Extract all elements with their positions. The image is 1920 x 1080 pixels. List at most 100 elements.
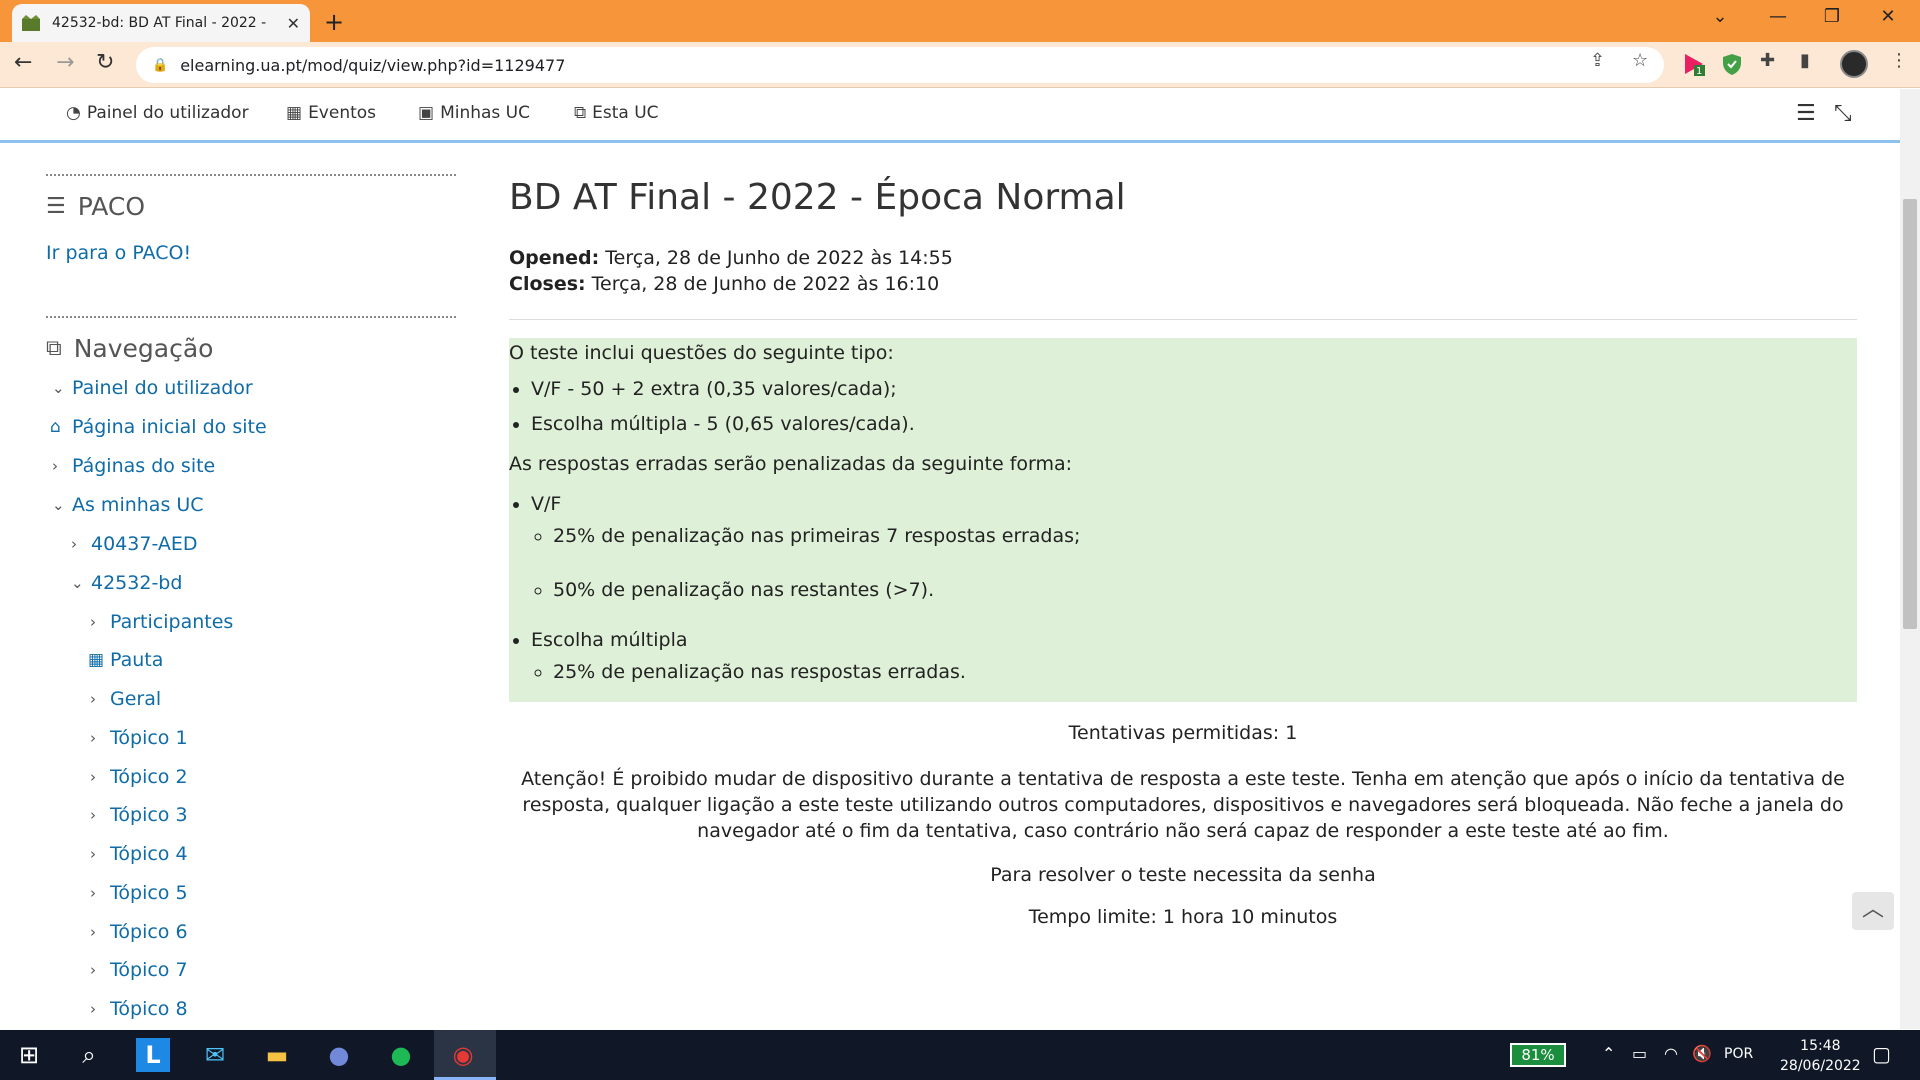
extensions-puzzle-icon[interactable]: ✚ [1760, 50, 1775, 71]
nav-tree-item[interactable]: ▦ Pauta [88, 649, 163, 671]
file-explorer-icon[interactable]: ▬ [260, 1038, 294, 1072]
nav-my-courses[interactable]: ▣ Minhas UC [418, 103, 530, 123]
minimize-icon[interactable]: — [1748, 6, 1808, 27]
back-icon[interactable]: ← [14, 50, 32, 75]
nav-tree-item[interactable]: ⌄ As minhas UC [52, 494, 204, 516]
nav-dashboard-label: Painel do utilizador [86, 103, 249, 123]
nav-tree-label: Página inicial do site [72, 416, 267, 438]
nav-tree-item[interactable]: › 40437-AED [71, 533, 198, 555]
paco-block-title: PACO [77, 191, 146, 221]
nav-tree-item[interactable]: › Tópico 8 [90, 998, 188, 1020]
opened-value: Terça, 28 de Junho de 2022 às 14:55 [605, 247, 953, 270]
penalty-list: V/F 25% de penalização nas primeiras 7 r… [509, 491, 1857, 685]
nav-tree-label: 40437-AED [91, 533, 198, 555]
compress-icon[interactable]: ⤡ [1834, 101, 1852, 126]
bookmark-star-icon[interactable]: ☆ [1632, 50, 1648, 71]
nav-tree-item[interactable]: › Tópico 5 [90, 882, 188, 904]
mail-icon[interactable]: ✉ [198, 1038, 232, 1072]
list-item: V/F - 50 + 2 extra (0,35 valores/cada); [531, 376, 1857, 402]
nav-tree-label: Geral [110, 688, 162, 710]
nav-events[interactable]: ▦ Eventos [286, 103, 376, 123]
home-icon: ⌂ [50, 417, 61, 437]
taskbar-clock[interactable]: 15:48 28/06/2022 [1780, 1036, 1861, 1076]
chevron-right-icon: › [90, 768, 96, 786]
vf-label: V/F [531, 493, 562, 516]
navigation-block-title: Navegação [73, 333, 214, 363]
language-indicator[interactable]: POR [1724, 1046, 1753, 1062]
nav-tree-item[interactable]: › Participantes [90, 611, 233, 633]
tab-search-icon[interactable]: ⌄ [1690, 6, 1750, 27]
nav-tree-item[interactable]: ⌄ Painel do utilizador [52, 377, 253, 399]
shield-extension-icon[interactable] [1720, 52, 1744, 76]
new-tab-icon[interactable]: + [324, 8, 344, 36]
chrome-icon[interactable]: ◉ [446, 1038, 480, 1072]
address-bar[interactable]: 🔒 elearning.ua.pt/mod/quiz/view.php?id=1… [136, 47, 1664, 83]
reload-icon[interactable]: ↻ [96, 50, 114, 75]
nav-tree-label: As minhas UC [72, 494, 204, 516]
nav-tree-item[interactable]: › Tópico 4 [90, 843, 188, 865]
nav-tree-item[interactable]: ⌄ 42532-bd [71, 572, 182, 594]
battery-indicator[interactable]: 81% [1510, 1043, 1566, 1067]
windows-taskbar: ⊞ ⌕ L ✉ ▬ ● ● ◉ 81% ⌃ ▭ ◠ 🔇 POR 15:48 28… [0, 1030, 1920, 1080]
quiz-dates: Opened: Terça, 28 de Junho de 2022 às 14… [509, 245, 1857, 297]
chevron-right-icon: › [90, 690, 96, 708]
paco-link[interactable]: Ir para o PACO! [46, 242, 456, 264]
chevron-right-icon: › [71, 535, 77, 553]
nav-tree-item[interactable]: ⌂ Página inicial do site [50, 416, 267, 438]
nav-tree-item[interactable]: › Páginas do site [52, 455, 215, 477]
forward-icon[interactable]: → [56, 50, 74, 75]
chevron-down-icon: ⌄ [52, 496, 65, 514]
restore-icon[interactable]: ❐ [1802, 6, 1862, 27]
lock-icon[interactable]: 🔒 [152, 58, 168, 73]
nav-tree-label: Tópico 6 [110, 921, 188, 943]
profile-avatar[interactable] [1840, 50, 1868, 78]
tray-chevron-icon[interactable]: ⌃ [1602, 1044, 1615, 1063]
nav-tree-item[interactable]: › Tópico 6 [90, 921, 188, 943]
spotify-icon[interactable]: ● [384, 1038, 418, 1072]
nav-tree-item[interactable]: › Tópico 1 [90, 727, 188, 749]
speaker-muted-icon[interactable]: 🔇 [1692, 1044, 1712, 1063]
attempts-allowed: Tentativas permitidas: 1 [1068, 722, 1298, 745]
menu-kebab-icon[interactable]: ⋮ [1890, 50, 1908, 71]
mc-rules-list: 25% de penalização nas respostas erradas… [531, 659, 1857, 685]
nav-tree-label: Participantes [110, 611, 234, 633]
notifications-icon[interactable]: ▢ [1872, 1042, 1891, 1066]
nav-tree-item[interactable]: › Geral [90, 688, 161, 710]
nav-tree-item[interactable]: › Tópico 2 [90, 766, 188, 788]
clock-time: 15:48 [1800, 1038, 1841, 1054]
search-icon[interactable]: ⌕ [72, 1038, 106, 1072]
browser-tab[interactable]: 42532-bd: BD AT Final - 2022 - Ép ✕ [12, 4, 310, 42]
battery-icon[interactable]: ▭ [1632, 1044, 1647, 1063]
back-to-top-button[interactable]: ︿ [1852, 892, 1894, 930]
chevron-right-icon: › [90, 961, 96, 979]
app-l-icon[interactable]: L [136, 1038, 170, 1072]
nav-tree-label: Tópico 7 [110, 959, 188, 981]
nav-dashboard[interactable]: ◔ Painel do utilizador [66, 103, 249, 123]
share-icon[interactable]: ⇪ [1590, 50, 1605, 71]
device-warning: Atenção! É proibido mudar de dispositivo… [521, 768, 1845, 843]
sidebar-divider [46, 174, 456, 176]
nav-tree-item[interactable]: › Tópico 3 [90, 804, 188, 826]
nav-tree-item[interactable]: › Tópico 7 [90, 959, 188, 981]
browser-titlebar: 42532-bd: BD AT Final - 2022 - Ép ✕ + ⌄ … [0, 0, 1920, 42]
page-title: BD AT Final - 2022 - Época Normal [509, 177, 1126, 218]
nav-this-course[interactable]: ⧉ Esta UC [574, 103, 659, 123]
discord-icon[interactable]: ● [322, 1038, 356, 1072]
chevron-right-icon: › [90, 613, 96, 631]
side-panel-icon[interactable]: ▮ [1800, 50, 1810, 71]
scrollbar-thumb[interactable] [1903, 199, 1917, 629]
window-close-icon[interactable]: ✕ [1858, 6, 1918, 27]
page-scrollbar[interactable] [1900, 89, 1920, 1029]
url-text: elearning.ua.pt/mod/quiz/view.php?id=112… [180, 55, 566, 75]
list-item: 50% de penalização nas restantes (>7). [553, 577, 1857, 603]
sitemap-icon: ⧉ [46, 335, 62, 361]
types-heading: O teste inclui questões do seguinte tipo… [509, 342, 894, 365]
extension-play-icon[interactable] [1682, 52, 1706, 76]
windows-start-icon[interactable]: ⊞ [12, 1038, 46, 1072]
vf-rules-list: 25% de penalização nas primeiras 7 respo… [531, 523, 1857, 603]
closes-label: Closes: [509, 273, 586, 296]
tab-close-icon[interactable]: ✕ [287, 14, 300, 33]
wifi-icon[interactable]: ◠ [1664, 1044, 1678, 1063]
toggle-blocks-icon[interactable]: ☰ [1796, 101, 1816, 126]
penalty-heading: As respostas erradas serão penalizadas d… [509, 453, 1073, 476]
